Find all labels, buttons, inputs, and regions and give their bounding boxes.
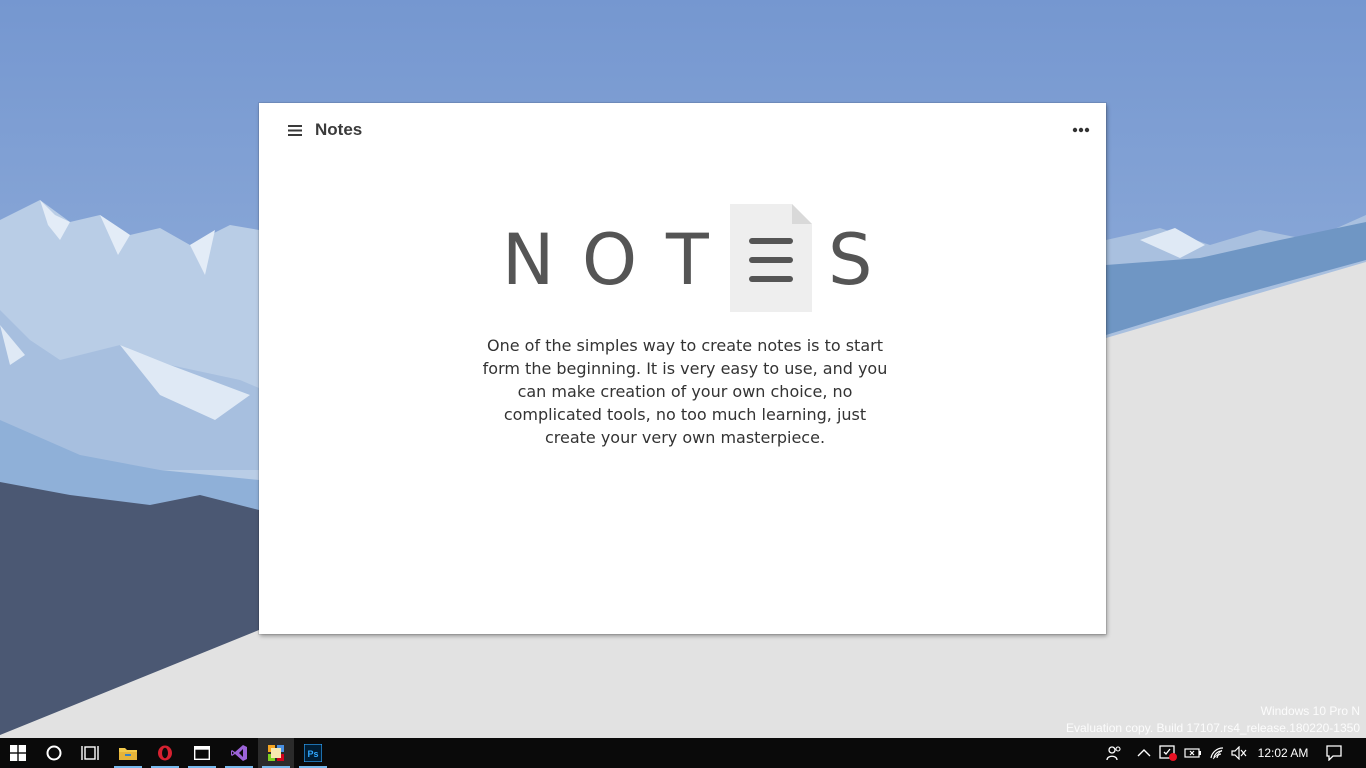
hamburger-icon [288, 124, 302, 136]
task-view-button[interactable] [72, 738, 108, 768]
photoshop-label: Ps [307, 749, 318, 759]
hamburger-menu-button[interactable] [283, 119, 307, 141]
file-explorer-button[interactable] [110, 738, 146, 768]
battery-icon [1184, 748, 1201, 758]
taskbar: Ps 12:02 AM [0, 738, 1366, 768]
taskbar-clock[interactable]: 12:02 AM [1250, 738, 1316, 768]
logo-letter-n: N [502, 219, 555, 301]
notes-app-window: Notes N O T S One of the simples way to … [259, 103, 1106, 634]
people-button[interactable] [1102, 738, 1126, 768]
action-center-button[interactable] [1322, 738, 1346, 768]
notification-icon [1326, 745, 1342, 761]
folder-icon [119, 748, 137, 760]
logo-letter-s: S [828, 219, 873, 301]
cortana-button[interactable] [36, 738, 72, 768]
opera-icon [158, 745, 172, 761]
window-app-icon [194, 746, 210, 760]
more-options-button[interactable] [1068, 119, 1094, 141]
security-alert-icon [1159, 745, 1177, 761]
show-hidden-icons-button[interactable] [1132, 738, 1156, 768]
logo-letter-t: T [666, 219, 709, 301]
network-button[interactable] [1205, 738, 1229, 768]
security-tray-button[interactable] [1156, 738, 1180, 768]
volume-muted-icon [1231, 746, 1247, 760]
more-dots-icon [1072, 127, 1090, 133]
visual-studio-icon [231, 745, 247, 761]
people-icon [1106, 746, 1121, 761]
chevron-up-icon [1137, 749, 1151, 757]
opera-button[interactable] [147, 738, 183, 768]
windows-start-icon [10, 745, 26, 761]
app-description: One of the simples way to create notes i… [482, 336, 888, 447]
cortana-circle-icon [46, 745, 62, 761]
logo-letter-o: O [582, 219, 638, 301]
wifi-icon [1210, 747, 1224, 760]
task-view-icon [81, 746, 99, 760]
start-button[interactable] [0, 738, 36, 768]
visual-studio-button[interactable] [221, 738, 257, 768]
app-title: Notes [315, 120, 363, 139]
windows-edition-watermark: Windows 10 Pro N [1260, 704, 1360, 718]
document-icon [730, 204, 812, 312]
build-watermark: Evaluation copy. Build 17107.rs4_release… [1066, 721, 1360, 735]
window-app-button[interactable] [184, 738, 220, 768]
volume-button[interactable] [1227, 738, 1251, 768]
photoshop-button[interactable]: Ps [295, 738, 331, 768]
notes-logo: N O T S [500, 204, 880, 314]
notes-app-icon [268, 745, 284, 761]
photoshop-icon: Ps [304, 744, 322, 762]
notes-app-button[interactable] [258, 738, 294, 768]
battery-button[interactable] [1180, 738, 1204, 768]
